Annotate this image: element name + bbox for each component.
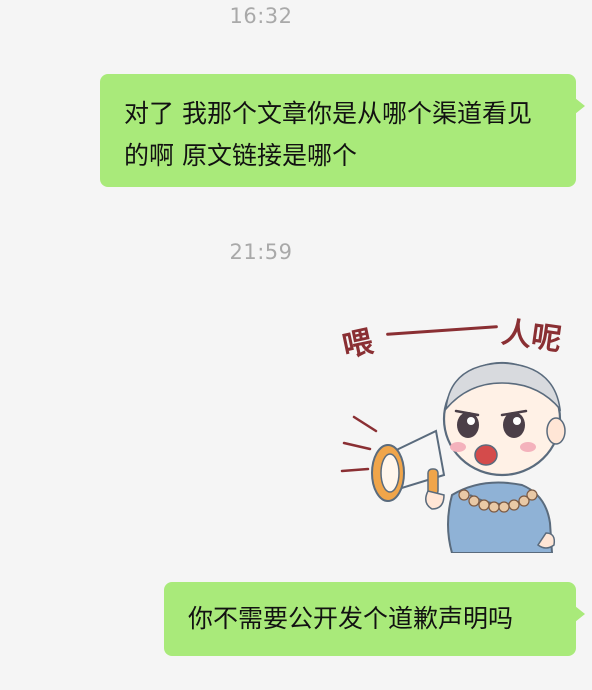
monk-megaphone-sticker[interactable]: 喂 人呢 bbox=[332, 305, 577, 553]
message-bubble[interactable]: 你不需要公开发个道歉声明吗 bbox=[164, 582, 585, 656]
sticker-caption-dash bbox=[386, 325, 498, 336]
message-bubble[interactable]: 对了 我那个文章你是从哪个渠道看见的啊 原文链接是哪个 bbox=[100, 74, 585, 187]
timestamp: 16:32 bbox=[229, 4, 293, 28]
shout-lines-icon bbox=[340, 415, 378, 473]
monk-illustration bbox=[340, 361, 566, 553]
megaphone-icon bbox=[371, 429, 446, 502]
timestamp: 21:59 bbox=[229, 240, 293, 264]
